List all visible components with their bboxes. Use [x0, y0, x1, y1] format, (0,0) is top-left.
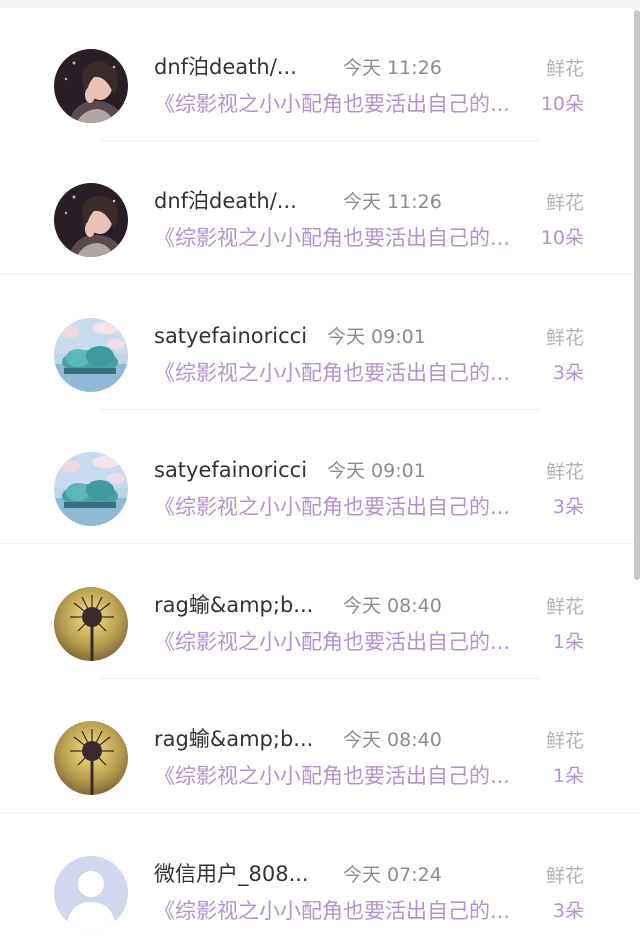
novel-title-link[interactable]: 《综影视之小小配角也要活出自己的... [154, 223, 532, 253]
user-name[interactable]: satyefainoricci [154, 321, 307, 351]
gift-time: 今天 11:26 [343, 191, 442, 213]
gift-time: 今天 09:01 [327, 326, 426, 348]
user-avatar-island[interactable] [54, 452, 128, 526]
default-user-avatar-icon[interactable] [54, 856, 128, 930]
gift-record-row[interactable]: dnf泊death/... 今天 11:26 鲜花 《综影视之小小配角也要活出自… [0, 0, 640, 141]
novel-title-link[interactable]: 《综影视之小小配角也要活出自己的... [154, 896, 532, 926]
gift-count: 3朵 [552, 362, 584, 384]
gift-time: 今天 07:24 [343, 864, 442, 886]
gift-type-label: 鲜花 [545, 730, 584, 752]
user-name[interactable]: rag蝓&amp;b... [154, 590, 313, 620]
gift-count: 3朵 [552, 496, 584, 518]
gift-type-label: 鲜花 [545, 461, 584, 483]
gift-type-label: 鲜花 [545, 596, 584, 618]
novel-title-link[interactable]: 《综影视之小小配角也要活出自己的... [154, 89, 532, 119]
user-name[interactable]: 微信用户_808... [154, 859, 309, 889]
user-avatar-portrait[interactable] [54, 183, 128, 257]
user-name[interactable]: satyefainoricci [154, 455, 307, 485]
novel-title-link[interactable]: 《综影视之小小配角也要活出自己的... [154, 761, 532, 791]
gift-record-row[interactable]: rag蝓&amp;b... 今天 08:40 鲜花 《综影视之小小配角也要活出自… [0, 538, 640, 679]
gift-time: 今天 08:40 [343, 595, 442, 617]
gift-type-label: 鲜花 [545, 192, 584, 214]
gift-count: 1朵 [552, 631, 584, 653]
gift-record-row[interactable]: rag蝓&amp;b... 今天 08:40 鲜花 《综影视之小小配角也要活出自… [0, 672, 640, 813]
gift-type-label: 鲜花 [545, 58, 584, 80]
gift-time: 今天 08:40 [343, 729, 442, 751]
gift-count: 10朵 [540, 227, 584, 249]
gift-time: 今天 09:01 [327, 460, 426, 482]
gift-type-label: 鲜花 [545, 327, 584, 349]
gift-record-row[interactable]: satyefainoricci 今天 09:01 鲜花 《综影视之小小配角也要活… [0, 269, 640, 410]
scrollbar[interactable] [634, 10, 640, 580]
gift-record-row[interactable]: 微信用户_808... 今天 07:24 鲜花 《综影视之小小配角也要活出自己的… [0, 807, 640, 941]
gift-record-row[interactable]: dnf泊death/... 今天 11:26 鲜花 《综影视之小小配角也要活出自… [0, 134, 640, 275]
user-name[interactable]: rag蝓&amp;b... [154, 724, 313, 754]
user-name[interactable]: dnf泊death/... [154, 52, 297, 82]
gift-type-label: 鲜花 [545, 865, 584, 887]
gift-records-page: dnf泊death/... 今天 11:26 鲜花 《综影视之小小配角也要活出自… [0, 0, 640, 951]
user-avatar-dandelion[interactable] [54, 587, 128, 661]
gift-time: 今天 11:26 [343, 57, 442, 79]
user-avatar-dandelion[interactable] [54, 721, 128, 795]
gift-count: 1朵 [552, 765, 584, 787]
user-avatar-island[interactable] [54, 318, 128, 392]
gift-count: 3朵 [552, 900, 584, 922]
gift-record-row[interactable]: satyefainoricci 今天 09:01 鲜花 《综影视之小小配角也要活… [0, 403, 640, 544]
gift-count: 10朵 [540, 93, 584, 115]
novel-title-link[interactable]: 《综影视之小小配角也要活出自己的... [154, 492, 532, 522]
novel-title-link[interactable]: 《综影视之小小配角也要活出自己的... [154, 358, 532, 388]
user-avatar-portrait[interactable] [54, 49, 128, 123]
user-name[interactable]: dnf泊death/... [154, 186, 297, 216]
novel-title-link[interactable]: 《综影视之小小配角也要活出自己的... [154, 627, 532, 657]
